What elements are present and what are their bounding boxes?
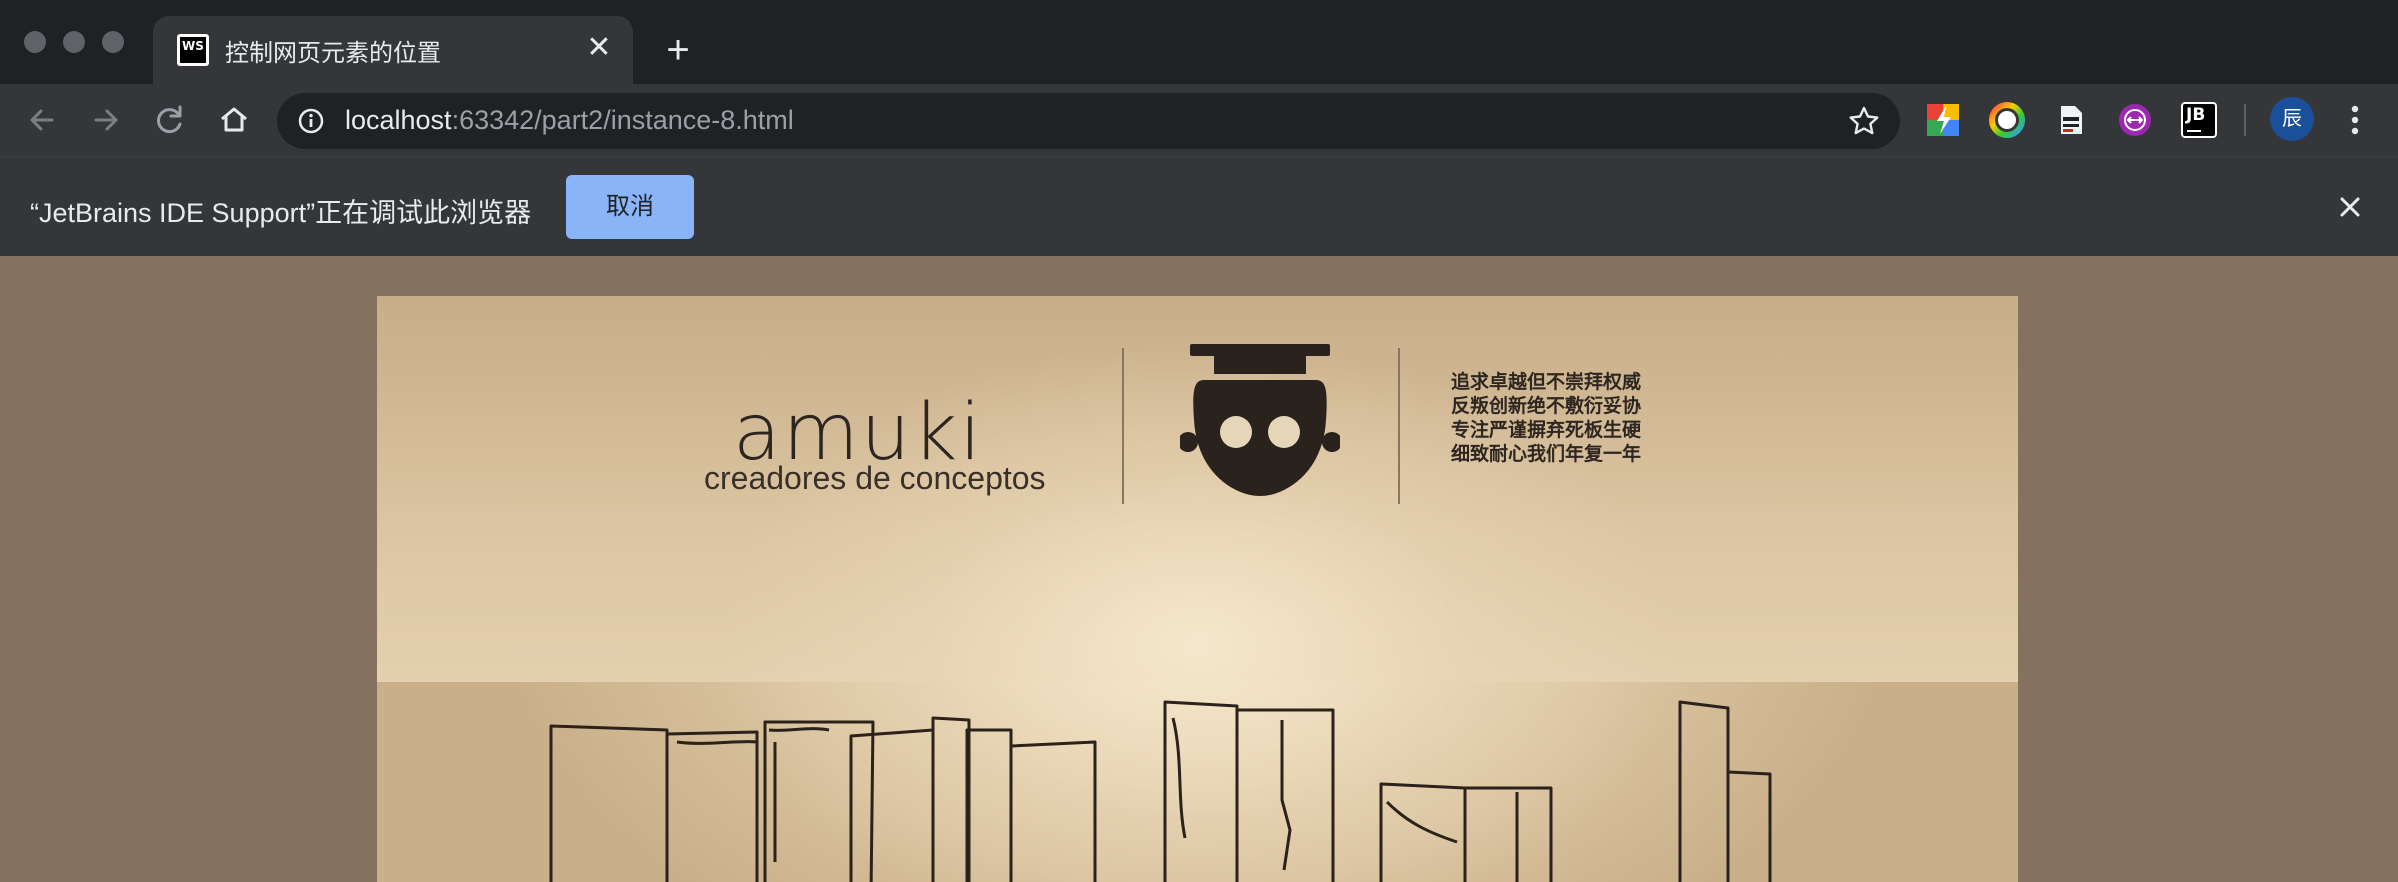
home-icon[interactable] (212, 98, 256, 142)
wooden-fence-sketch-illustration (549, 700, 1772, 882)
color-picker-extension-icon[interactable] (1989, 102, 2025, 138)
minimize-window-button[interactable] (63, 31, 85, 53)
profile-avatar[interactable]: 辰 (2270, 97, 2314, 141)
cancel-button[interactable]: 取消 (566, 175, 694, 239)
hero-banner: amuki creadores de conceptos 追求卓越但不崇拜权威 … (377, 296, 2018, 882)
divider-left (1122, 348, 1124, 504)
infobar-message: “JetBrains IDE Support”正在调试此浏览器 (30, 198, 532, 228)
active-tab[interactable]: WS 控制网页元素的位置 ✕ (153, 16, 633, 84)
slogan-line: 专注严谨摒弃死板生硬 (1451, 419, 1642, 441)
mascot-face-icon (1180, 344, 1340, 496)
jetbrains-extension-icon[interactable]: JB (2181, 102, 2217, 138)
site-info-icon[interactable] (297, 107, 325, 135)
slogan-line: 追求卓越但不崇拜权威 (1451, 371, 1642, 393)
page-viewport: amuki creadores de conceptos 追求卓越但不崇拜权威 … (0, 256, 2398, 882)
infobar-close-icon[interactable] (2330, 187, 2370, 227)
spy-extension-icon[interactable] (2053, 102, 2089, 138)
reload-icon[interactable] (148, 98, 192, 142)
browser-toolbar: localhost:63342/part2/instance-8.html JB… (0, 84, 2398, 156)
slogan-line: 反叛创新绝不敷衍妥协 (1451, 395, 1642, 417)
address-bar[interactable]: localhost:63342/part2/instance-8.html (277, 93, 1900, 149)
brand-tagline: creadores de conceptos (704, 460, 1046, 496)
maximize-window-button[interactable] (102, 31, 124, 53)
tab-strip: WS 控制网页元素的位置 ✕ + (0, 0, 2398, 84)
toolbar-separator (2244, 104, 2246, 136)
back-arrow-icon[interactable] (20, 98, 64, 142)
slogan-block: 追求卓越但不崇拜权威 反叛创新绝不敷衍妥协 专注严谨摒弃死板生硬 细致耐心我们年… (1451, 370, 1671, 466)
slogan-line: 细致耐心我们年复一年 (1451, 443, 1642, 465)
webstorm-favicon-icon: WS (177, 34, 209, 66)
tab-title: 控制网页元素的位置 (225, 40, 441, 67)
forward-arrow-icon[interactable] (84, 98, 128, 142)
lightning-extension-icon[interactable] (1925, 102, 1961, 138)
debugging-infobar: “JetBrains IDE Support”正在调试此浏览器 取消 (0, 156, 2398, 256)
more-menu-icon[interactable] (2340, 102, 2370, 138)
tab-close-icon[interactable]: ✕ (579, 28, 619, 68)
url-text[interactable]: localhost:63342/part2/instance-8.html (345, 105, 794, 136)
close-window-button[interactable] (24, 31, 46, 53)
bookmark-star-icon[interactable] (1846, 103, 1882, 139)
new-tab-button[interactable]: + (652, 24, 704, 76)
divider-right (1398, 348, 1400, 504)
vpn-extension-icon[interactable] (2117, 102, 2153, 138)
